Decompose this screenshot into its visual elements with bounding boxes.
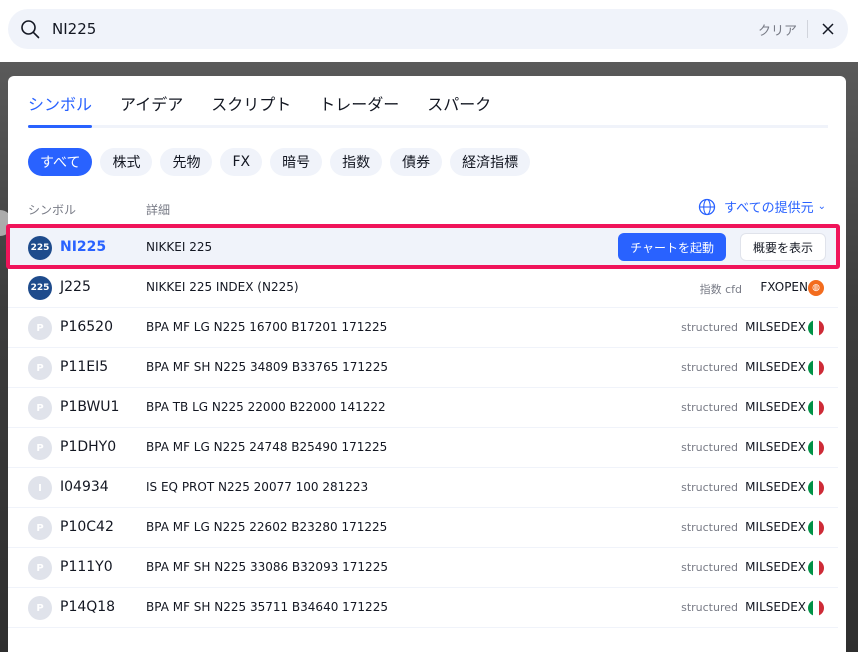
chevron-down-icon: ⌄ — [817, 201, 826, 212]
tab-scripts[interactable]: スクリプト — [211, 91, 291, 125]
search-input[interactable] — [52, 14, 692, 44]
symbol-logo: 225 — [28, 236, 52, 260]
filter-futures[interactable]: 先物 — [160, 148, 213, 176]
symbol-logo: P — [28, 556, 52, 580]
row-exchange: MILSEDEX — [745, 600, 806, 614]
symbol-logo: 225 — [28, 276, 52, 300]
filter-fx[interactable]: FX — [220, 148, 263, 176]
provider-label: すべての提供元 — [724, 201, 814, 216]
row-description: BPA MF LG N225 22602 B23280 171225 — [146, 520, 388, 534]
italy-flag-icon — [808, 520, 824, 536]
column-header: シンボル 詳細 すべての提供元 ⌄ — [28, 197, 826, 218]
tab-ideas[interactable]: アイデア — [120, 91, 183, 125]
row-type: structured — [681, 521, 738, 534]
italy-flag-icon — [808, 440, 824, 456]
filter-bonds[interactable]: 債券 — [390, 148, 443, 176]
row-symbol: P111Y0 — [60, 559, 113, 575]
row-exchange: MILSEDEX — [745, 520, 806, 534]
row-symbol: I04934 — [60, 479, 109, 495]
overview-button[interactable]: 概要を表示 — [739, 233, 826, 261]
column-detail: 詳細 — [146, 203, 171, 217]
table-row[interactable]: P P1DHY0 BPA MF LG N225 24748 B25490 171… — [8, 428, 838, 468]
symbol-logo: P — [28, 396, 52, 420]
row-type: structured — [681, 561, 738, 574]
symbol-logo: P — [28, 516, 52, 540]
row-type: structured — [681, 361, 738, 374]
search-bar: クリア — [8, 9, 848, 49]
row-symbol: P10C42 — [60, 519, 114, 535]
row-description: IS EQ PROT N225 20077 100 281223 — [146, 480, 369, 494]
italy-flag-icon — [808, 480, 824, 496]
search-icon — [20, 19, 40, 39]
table-row[interactable]: P P10C42 BPA MF LG N225 22602 B23280 171… — [8, 508, 838, 548]
row-symbol: P16520 — [60, 319, 113, 335]
row-symbol: P11EI5 — [60, 359, 109, 375]
filter-economy[interactable]: 経済指標 — [450, 148, 531, 176]
italy-flag-icon — [808, 560, 824, 576]
filter-indices[interactable]: 指数 — [330, 148, 383, 176]
table-row[interactable]: P P14Q18 BPA MF SH N225 35711 B34640 171… — [8, 588, 838, 628]
italy-flag-icon — [808, 320, 824, 336]
exchange-logo-icon: ◍ — [808, 280, 824, 296]
table-row[interactable]: I I04934 IS EQ PROT N225 20077 100 28122… — [8, 468, 838, 508]
row-description: BPA MF LG N225 16700 B17201 171225 — [146, 320, 388, 334]
row-symbol: P1DHY0 — [60, 439, 117, 455]
row-type: structured — [681, 481, 738, 494]
row-symbol: P1BWU1 — [60, 399, 120, 415]
row-symbol: P14Q18 — [60, 599, 116, 615]
row-exchange: MILSEDEX — [745, 440, 806, 454]
row-description: BPA TB LG N225 22000 B22000 141222 — [146, 400, 386, 414]
symbol-logo: P — [28, 316, 52, 340]
tab-bar: シンボル アイデア スクリプト トレーダー スパーク — [28, 76, 828, 128]
row-exchange: FXOPEN — [760, 280, 808, 294]
column-symbol: シンボル — [28, 203, 77, 217]
italy-flag-icon — [808, 400, 824, 416]
globe-icon — [698, 198, 716, 216]
row-type: 指数 cfd — [699, 283, 742, 296]
row-exchange: MILSEDEX — [745, 560, 806, 574]
row-description: NIKKEI 225 — [146, 240, 213, 254]
table-row[interactable]: 225 NI225 NIKKEI 225 チャートを起動 概要を表示 — [8, 228, 838, 268]
search-results-dialog: シンボル アイデア スクリプト トレーダー スパーク すべて 株式 先物 FX … — [8, 76, 846, 652]
filter-crypto[interactable]: 暗号 — [270, 148, 323, 176]
tab-symbols[interactable]: シンボル — [28, 91, 93, 128]
filter-chips: すべて 株式 先物 FX 暗号 指数 債券 経済指標 — [28, 148, 531, 176]
symbol-logo: P — [28, 436, 52, 460]
launch-chart-button[interactable]: チャートを起動 — [618, 233, 726, 261]
table-row[interactable]: P P11EI5 BPA MF SH N225 34809 B33765 171… — [8, 348, 838, 388]
filter-stocks[interactable]: 株式 — [100, 148, 153, 176]
provider-dropdown[interactable]: すべての提供元 ⌄ — [698, 197, 826, 216]
tab-sparks[interactable]: スパーク — [427, 91, 491, 125]
clear-button[interactable]: クリア — [748, 20, 807, 39]
filter-all[interactable]: すべて — [28, 148, 93, 176]
row-description: BPA MF SH N225 33086 B32093 171225 — [146, 560, 388, 574]
row-type: structured — [681, 601, 738, 614]
row-description: BPA MF SH N225 35711 B34640 171225 — [146, 600, 388, 614]
italy-flag-icon — [808, 600, 824, 616]
table-row[interactable]: P P111Y0 BPA MF SH N225 33086 B32093 171… — [8, 548, 838, 588]
row-exchange: MILSEDEX — [745, 320, 806, 334]
row-symbol: J225 — [60, 279, 91, 295]
symbol-logo: P — [28, 356, 52, 380]
table-row[interactable]: 225 J225 NIKKEI 225 INDEX (N225) 指数 cfd … — [8, 268, 838, 308]
italy-flag-icon — [808, 360, 824, 376]
symbol-logo: I — [28, 476, 52, 500]
row-exchange: MILSEDEX — [745, 400, 806, 414]
row-type: structured — [681, 441, 738, 454]
row-symbol: NI225 — [60, 239, 107, 255]
close-icon[interactable] — [808, 9, 848, 49]
results-list: 225 NI225 NIKKEI 225 チャートを起動 概要を表示 225 J… — [8, 228, 838, 628]
table-row[interactable]: P P1BWU1 BPA TB LG N225 22000 B22000 141… — [8, 388, 838, 428]
row-description: BPA MF SH N225 34809 B33765 171225 — [146, 360, 388, 374]
row-description: BPA MF LG N225 24748 B25490 171225 — [146, 440, 388, 454]
row-description: NIKKEI 225 INDEX (N225) — [146, 280, 299, 294]
tab-traders[interactable]: トレーダー — [319, 91, 399, 125]
row-exchange: MILSEDEX — [745, 480, 806, 494]
row-type: structured — [681, 401, 738, 414]
row-exchange: MILSEDEX — [745, 360, 806, 374]
table-row[interactable]: P P16520 BPA MF LG N225 16700 B17201 171… — [8, 308, 838, 348]
symbol-logo: P — [28, 596, 52, 620]
row-type: structured — [681, 321, 738, 334]
